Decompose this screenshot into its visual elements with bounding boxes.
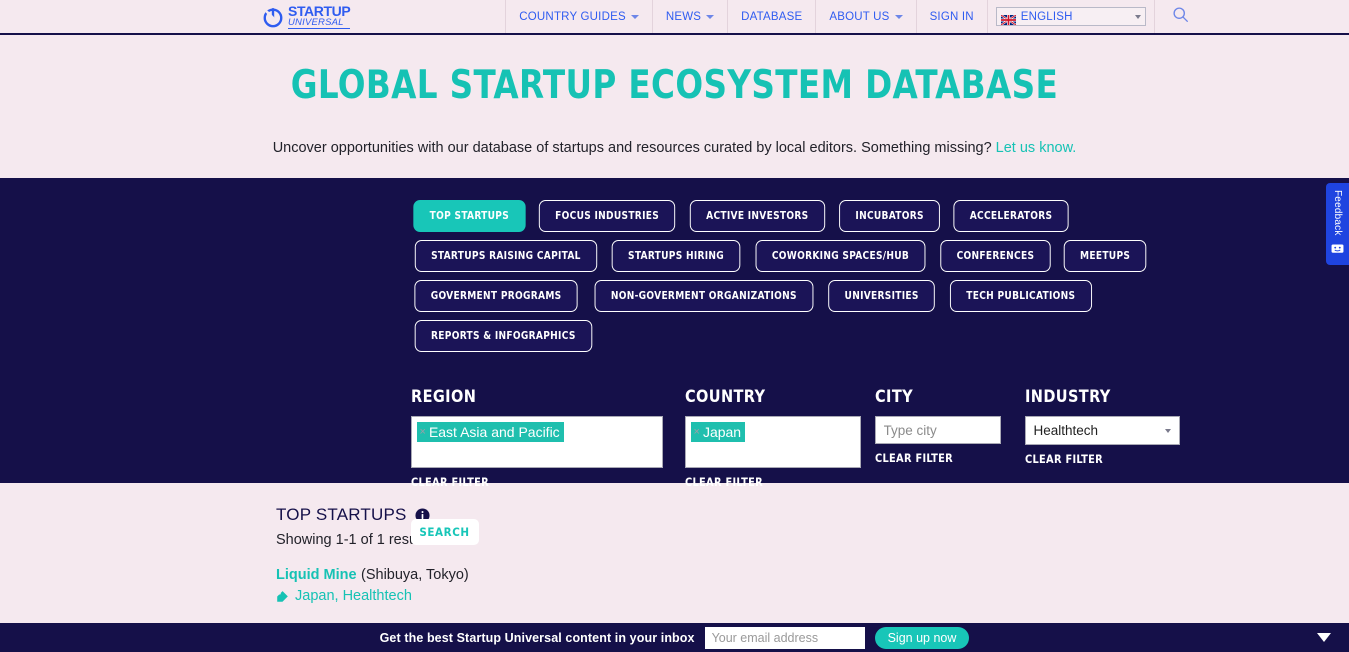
nav-item-sign-in[interactable]: SIGN IN bbox=[916, 0, 987, 33]
industry-select[interactable]: Healthtech bbox=[1025, 416, 1180, 445]
category-chip-list: TOP STARTUPS FOCUS INDUSTRIES ACTIVE INV… bbox=[411, 200, 1205, 352]
category-chip-startups-hiring[interactable]: STARTUPS HIRING bbox=[612, 240, 741, 272]
result-row: Liquid Mine (Shibuya, Tokyo) Japan, Heal… bbox=[276, 566, 1349, 604]
filter-label-city: CITY bbox=[875, 387, 1018, 407]
nav-item-country-guides[interactable]: COUNTRY GUIDES bbox=[505, 0, 652, 33]
hero-subtitle-text: Uncover opportunities with our database … bbox=[273, 140, 996, 156]
logo-text-bottom: UNIVERSAL bbox=[288, 18, 350, 30]
collapse-triangle-icon[interactable] bbox=[1317, 633, 1331, 642]
nav-item-news[interactable]: NEWS bbox=[652, 0, 727, 33]
remove-tag-icon[interactable]: × bbox=[417, 422, 429, 442]
let-us-know-link[interactable]: Let us know. bbox=[996, 140, 1077, 156]
category-chip-tech-publications[interactable]: TECH PUBLICATIONS bbox=[950, 280, 1092, 312]
clear-filter-country[interactable]: CLEAR FILTER bbox=[685, 475, 866, 489]
logo-text-top: STARTUP bbox=[288, 4, 350, 18]
city-input[interactable] bbox=[875, 416, 1001, 444]
page-title: GLOBAL STARTUP ECOSYSTEM DATABASE bbox=[47, 63, 1302, 108]
filter-city: CITY CLEAR FILTER bbox=[875, 387, 1025, 465]
filter-panel: TOP STARTUPS FOCUS INDUSTRIES ACTIVE INV… bbox=[0, 178, 1349, 483]
top-navbar: STARTUP UNIVERSAL COUNTRY GUIDES NEWS DA… bbox=[0, 0, 1349, 35]
result-name-link[interactable]: Liquid Mine bbox=[276, 567, 357, 583]
filter-label-industry: INDUSTRY bbox=[1025, 387, 1177, 407]
category-chip-focus-industries[interactable]: FOCUS INDUSTRIES bbox=[539, 200, 676, 232]
newsletter-signup-button[interactable]: Sign up now bbox=[875, 627, 970, 649]
nav-label-database: DATABASE bbox=[741, 11, 802, 23]
clear-filter-industry[interactable]: CLEAR FILTER bbox=[1025, 452, 1177, 466]
result-location: (Shibuya, Tokyo) bbox=[361, 567, 469, 583]
chevron-down-icon bbox=[706, 15, 714, 19]
language-select[interactable]: ENGLISH bbox=[996, 7, 1146, 26]
category-chip-meetups[interactable]: MEETUPS bbox=[1064, 240, 1147, 272]
newsletter-email-input[interactable] bbox=[705, 627, 865, 649]
region-multiselect[interactable]: ×East Asia and Pacific bbox=[411, 416, 663, 468]
clear-filter-region[interactable]: CLEAR FILTER bbox=[411, 475, 671, 489]
hero-subtitle: Uncover opportunities with our database … bbox=[0, 140, 1349, 156]
page-root: STARTUP UNIVERSAL COUNTRY GUIDES NEWS DA… bbox=[0, 0, 1349, 652]
filter-country: COUNTRY ×Japan CLEAR FILTER bbox=[685, 387, 875, 489]
filter-label-country: COUNTRY bbox=[685, 387, 866, 407]
hero-section: GLOBAL STARTUP ECOSYSTEM DATABASE Uncove… bbox=[0, 35, 1349, 178]
filter-industry: INDUSTRY Healthtech CLEAR FILTER bbox=[1025, 387, 1185, 466]
uk-flag-icon bbox=[1001, 12, 1016, 22]
category-chip-non-goverment-organizations[interactable]: NON-GOVERMENT ORGANIZATIONS bbox=[594, 280, 813, 312]
category-chip-goverment-programs[interactable]: GOVERMENT PROGRAMS bbox=[414, 280, 577, 312]
region-tag-label: East Asia and Pacific bbox=[429, 422, 560, 442]
nav-search-button[interactable] bbox=[1154, 0, 1206, 33]
feedback-label: Feedback bbox=[1332, 190, 1343, 236]
feedback-message-icon bbox=[1331, 242, 1344, 260]
category-chip-startups-raising-capital[interactable]: STARTUPS RAISING CAPITAL bbox=[414, 240, 596, 272]
chevron-down-icon bbox=[1135, 15, 1141, 19]
result-tag-links[interactable]: Japan, Healthtech bbox=[295, 588, 412, 604]
filter-label-region: REGION bbox=[411, 387, 671, 407]
nav-label-country-guides: COUNTRY GUIDES bbox=[519, 11, 626, 23]
newsletter-bar: Get the best Startup Universal content i… bbox=[0, 623, 1349, 652]
nav-item-database[interactable]: DATABASE bbox=[727, 0, 815, 33]
country-selected-tag: ×Japan bbox=[691, 422, 746, 442]
nav-label-about-us: ABOUT US bbox=[829, 11, 889, 23]
nav-label-sign-in: SIGN IN bbox=[930, 11, 974, 23]
category-chip-universities[interactable]: UNIVERSITIES bbox=[829, 280, 936, 312]
nav-spacer bbox=[360, 0, 505, 33]
newsletter-text: Get the best Startup Universal content i… bbox=[380, 631, 695, 645]
nav-label-news: NEWS bbox=[666, 11, 701, 23]
category-chip-incubators[interactable]: INCUBATORS bbox=[839, 200, 940, 232]
category-chip-conferences[interactable]: CONFERENCES bbox=[941, 240, 1051, 272]
language-cell: ENGLISH bbox=[987, 0, 1154, 33]
region-selected-tag: ×East Asia and Pacific bbox=[417, 422, 564, 442]
category-chip-accelerators[interactable]: ACCELERATORS bbox=[954, 200, 1069, 232]
result-tags: Japan, Healthtech bbox=[276, 588, 1349, 604]
search-button[interactable]: SEARCH bbox=[411, 519, 479, 545]
country-tag-label: Japan bbox=[703, 422, 741, 442]
category-chip-coworking-spaces[interactable]: COWORKING SPACES/HUB bbox=[756, 240, 926, 272]
feedback-tab[interactable]: Feedback bbox=[1326, 183, 1349, 265]
chevron-down-icon bbox=[1165, 429, 1171, 433]
chevron-down-icon bbox=[895, 15, 903, 19]
category-chip-active-investors[interactable]: ACTIVE INVESTORS bbox=[690, 200, 825, 232]
site-logo[interactable]: STARTUP UNIVERSAL bbox=[262, 0, 360, 33]
filters-row: REGION ×East Asia and Pacific CLEAR FILT… bbox=[411, 387, 1205, 489]
language-label: ENGLISH bbox=[1021, 11, 1130, 23]
tag-icon bbox=[276, 589, 290, 603]
industry-selected-value: Healthtech bbox=[1034, 423, 1165, 438]
country-multiselect[interactable]: ×Japan bbox=[685, 416, 861, 468]
clear-filter-city[interactable]: CLEAR FILTER bbox=[875, 451, 1018, 465]
remove-tag-icon[interactable]: × bbox=[691, 422, 703, 442]
category-chip-top-startups[interactable]: TOP STARTUPS bbox=[413, 200, 525, 232]
category-chip-reports-infographics[interactable]: REPORTS & INFOGRAPHICS bbox=[414, 320, 591, 352]
search-icon bbox=[1172, 6, 1189, 28]
filter-region: REGION ×East Asia and Pacific CLEAR FILT… bbox=[411, 387, 685, 489]
nav-item-about-us[interactable]: ABOUT US bbox=[815, 0, 915, 33]
chevron-down-icon bbox=[631, 15, 639, 19]
startup-universal-logo-icon bbox=[262, 6, 284, 28]
